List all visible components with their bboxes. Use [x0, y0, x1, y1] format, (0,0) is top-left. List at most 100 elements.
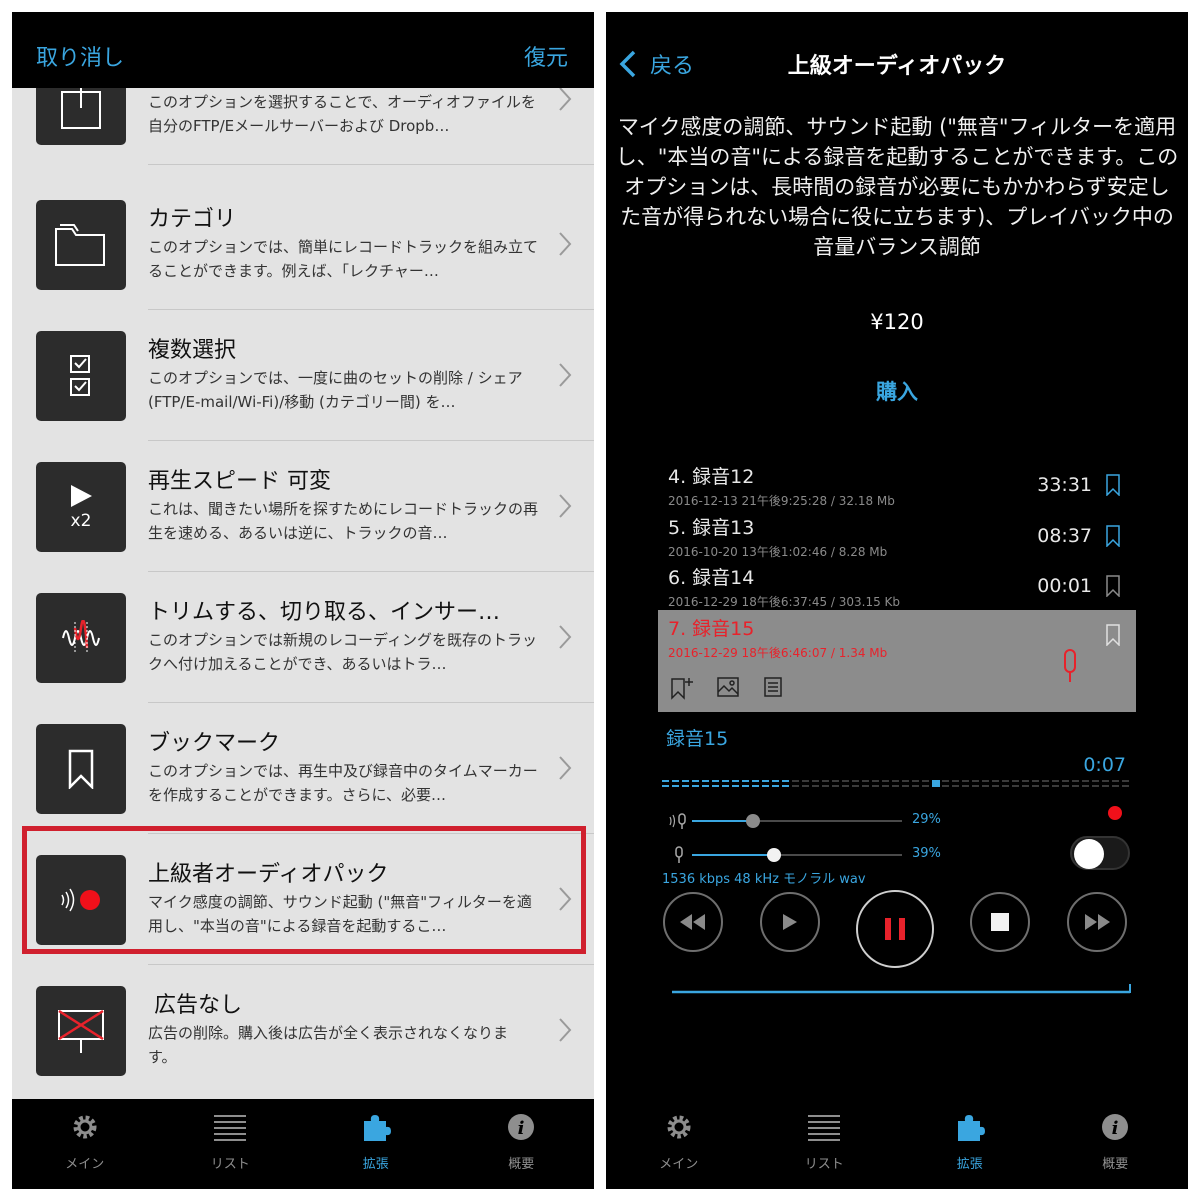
option-category[interactable]: カテゴリ このオプションでは、簡単にレコードトラックを組み立てることができます。…: [12, 179, 594, 310]
progress-tick: [1072, 780, 1079, 782]
bookmark-icon[interactable]: [1106, 575, 1120, 597]
tab-extensions[interactable]: 拡張: [897, 1089, 1043, 1189]
pause-icon: [885, 918, 905, 940]
notes-icon[interactable]: [762, 676, 784, 698]
progress-tick: [1022, 780, 1029, 782]
slider-knob[interactable]: [745, 814, 760, 828]
progress-tick: [1042, 780, 1049, 782]
slider-knob[interactable]: [766, 848, 781, 862]
progress-tick: [682, 780, 689, 782]
restore-button[interactable]: 復元: [524, 40, 568, 72]
volume-slider[interactable]: 39%: [662, 843, 1132, 867]
option-bookmark[interactable]: ブックマーク このオプションでは、再生中及び録音中のタイムマーカーを作成すること…: [12, 703, 594, 834]
progress-tick: [672, 785, 679, 787]
tab-about[interactable]: i 概要: [1043, 1089, 1189, 1189]
stop-button[interactable]: [970, 892, 1030, 952]
toggle-switch[interactable]: [1070, 836, 1130, 870]
rewind-button[interactable]: [663, 892, 723, 952]
progress-tick: [952, 780, 959, 782]
gear-icon: [73, 1115, 97, 1139]
microphone-icon: [675, 846, 683, 863]
tab-list[interactable]: リスト: [752, 1089, 898, 1189]
progress-tick: [1072, 785, 1079, 787]
progress-tick: [1022, 785, 1029, 787]
info-icon: i: [1102, 1114, 1129, 1140]
progress-tick: [762, 785, 769, 787]
progress-tick: [1122, 780, 1129, 782]
progress-tick: [762, 780, 769, 782]
chevron-right-icon: [559, 887, 572, 911]
list-item[interactable]: 4. 録音12 2016-12-13 21午後9:25:28 / 32.18 M…: [658, 458, 1136, 508]
speed-badge: x2: [70, 511, 92, 531]
option-title: 複数選択: [148, 338, 237, 363]
buy-button[interactable]: 購入: [606, 376, 1188, 406]
progress-tick: [1002, 780, 1009, 782]
microphone-icon: [1064, 649, 1076, 682]
pause-button[interactable]: [856, 890, 934, 968]
chevron-right-icon: [559, 756, 572, 780]
no-ads-icon: [36, 986, 126, 1076]
tab-list[interactable]: リスト: [158, 1099, 304, 1189]
option-desc: マイク感度の調節、サウンド起動 ("無音"フィルターを適用し、"本当の音"による…: [148, 893, 532, 935]
playback-progress[interactable]: [662, 778, 1132, 788]
progress-tick: [662, 785, 669, 787]
tab-main[interactable]: メイン: [12, 1099, 158, 1189]
bookmark-icon[interactable]: [1106, 525, 1120, 547]
progress-tick: [992, 780, 999, 782]
gear-icon: [667, 1115, 691, 1139]
advanced-audio-icon: [36, 855, 126, 945]
progress-tick: [792, 785, 799, 787]
left-screen-extensions: 取り消し 復元 このオプションを選択することで、オーディオファイルを自分のFTP…: [12, 12, 594, 1189]
image-icon[interactable]: [716, 676, 740, 698]
progress-tick: [742, 785, 749, 787]
progress-tick: [842, 780, 849, 782]
progress-tick: [812, 780, 819, 782]
progress-tick: [942, 785, 949, 787]
cancel-button[interactable]: 取り消し: [36, 40, 124, 72]
progress-tick: [1052, 785, 1059, 787]
option-export[interactable]: このオプションを選択することで、オーディオファイルを自分のFTP/Eメールサーバ…: [12, 88, 594, 165]
tab-main[interactable]: メイン: [606, 1089, 752, 1189]
tab-about[interactable]: i 概要: [449, 1099, 595, 1189]
list-item[interactable]: 6. 録音14 2016-12-29 18午後6:37:45 / 303.15 …: [658, 559, 1136, 609]
fast-forward-icon: [1085, 914, 1110, 930]
option-desc: このオプションでは、簡単にレコードトラックを組み立てることができます。例えば、「…: [148, 238, 539, 280]
list-item[interactable]: 5. 録音13 2016-10-20 13午後1:02:46 / 8.28 Mb…: [658, 509, 1136, 559]
option-multi-select[interactable]: 複数選択 このオプションでは、一度に曲のセットの削除 / シェア (FTP/E-…: [12, 310, 594, 441]
fast-forward-button[interactable]: [1067, 892, 1127, 952]
progress-tick: [752, 785, 759, 787]
puzzle-icon: [363, 1115, 391, 1141]
progress-tick: [912, 780, 919, 782]
progress-tick: [732, 780, 739, 782]
option-trim[interactable]: トリムする、切り取る、インサー… このオプションでは新規のレコーディングを既存の…: [12, 572, 594, 703]
progress-tick: [942, 780, 949, 782]
tab-extensions[interactable]: 拡張: [303, 1099, 449, 1189]
back-button[interactable]: 戻る: [618, 48, 694, 80]
progress-tick: [1062, 785, 1069, 787]
puzzle-icon: [957, 1115, 985, 1141]
progress-tick: [732, 785, 739, 787]
progress-tick: [1122, 785, 1129, 787]
play-button[interactable]: [760, 892, 820, 952]
option-title: 再生スピード 可変: [148, 469, 331, 494]
progress-tick: [662, 780, 669, 782]
option-desc: このオプションを選択することで、オーディオファイルを自分のFTP/Eメールサーバ…: [148, 93, 536, 135]
bookmark-icon[interactable]: [1106, 624, 1120, 646]
waveform-line: [672, 984, 1131, 994]
progress-tick: [712, 785, 719, 787]
progress-tick: [802, 780, 809, 782]
add-bookmark-icon[interactable]: [670, 676, 694, 700]
chevron-right-icon: [559, 232, 572, 256]
option-advanced-audio-pack[interactable]: 上級者オーディオパック マイク感度の調節、サウンド起動 ("無音"フィルターを適…: [12, 834, 594, 965]
progress-tick: [1062, 780, 1069, 782]
progress-tick: [972, 780, 979, 782]
bookmark-icon[interactable]: [1106, 474, 1120, 496]
option-play-speed[interactable]: x2 再生スピード 可変 これは、聞きたい場所を探すためにレコードトラックの再生…: [12, 441, 594, 572]
mic-sensitivity-slider[interactable]: 29%: [662, 809, 1132, 833]
progress-tick: [1082, 780, 1089, 782]
option-no-ads[interactable]: 広告なし 広告の削除。購入後は広告が全く表示されなくなります。: [12, 965, 594, 1096]
list-item-active[interactable]: 7. 録音15 2016-12-29 18午後6:46:07 / 1.34 Mb: [658, 610, 1136, 712]
progress-tick: [952, 785, 959, 787]
progress-marker: [932, 780, 940, 787]
progress-tick: [1042, 785, 1049, 787]
